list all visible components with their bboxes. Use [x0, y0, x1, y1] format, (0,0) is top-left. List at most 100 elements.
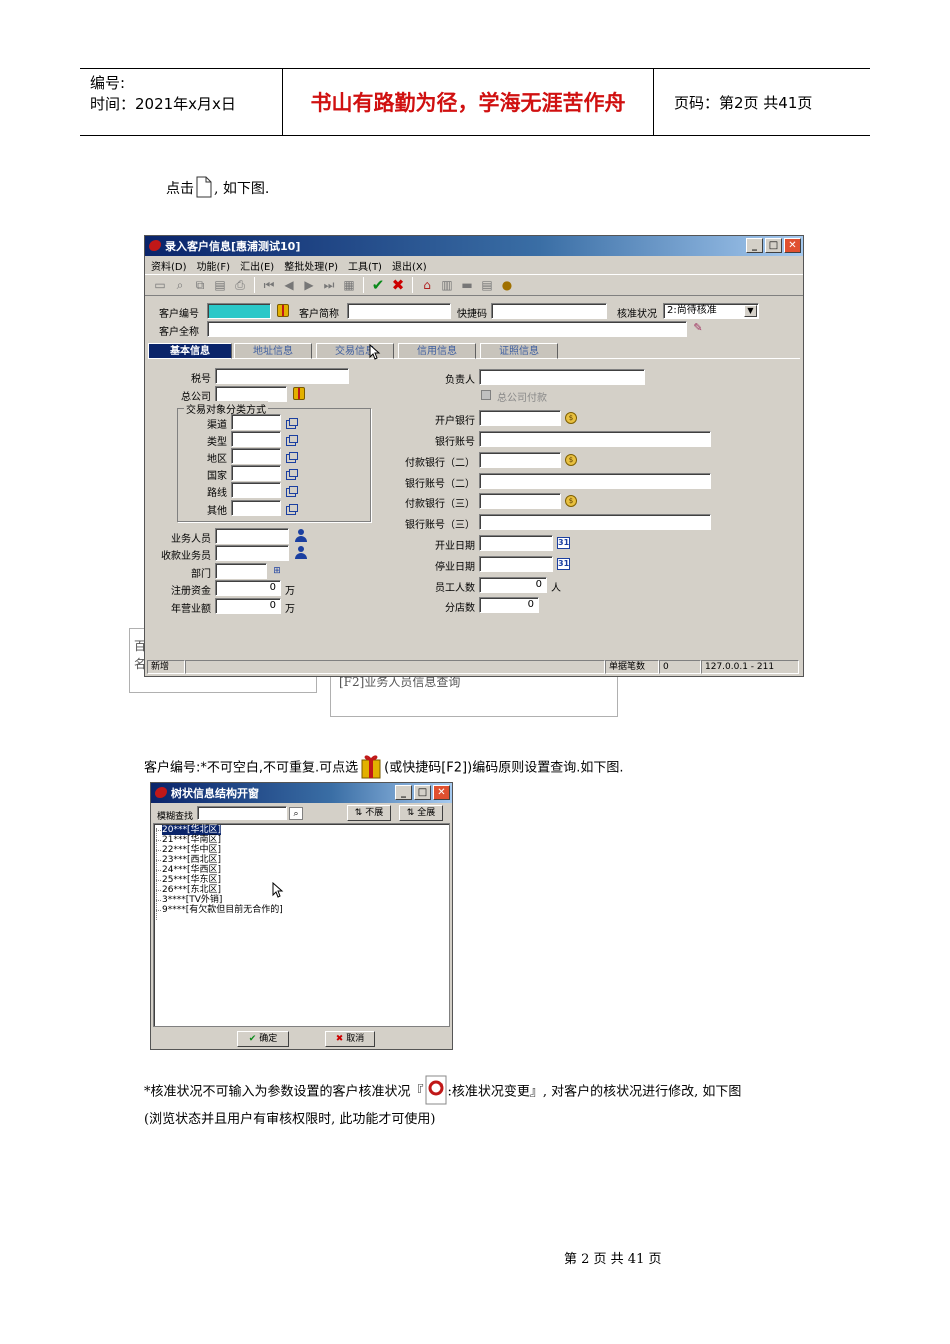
close-button[interactable]: ✕: [784, 238, 801, 253]
menu-exit[interactable]: 退出(X): [392, 258, 427, 273]
tab-trade-info[interactable]: 交易信息: [316, 343, 394, 359]
preview-icon[interactable]: ⌕: [171, 276, 189, 294]
account-input[interactable]: [479, 431, 711, 447]
money-bag-icon[interactable]: $: [565, 495, 577, 507]
menu-tools[interactable]: 工具(T): [348, 258, 382, 273]
bank2-input[interactable]: [479, 452, 561, 468]
employees-input[interactable]: 0: [479, 577, 547, 593]
chevron-down-icon[interactable]: ▼: [744, 305, 757, 317]
class-other-input[interactable]: [231, 500, 281, 516]
cancel-button[interactable]: ✖ 取消: [325, 1031, 375, 1047]
edit-note-icon[interactable]: ✎: [691, 322, 705, 335]
collector-input[interactable]: [215, 545, 289, 561]
tax-no-input[interactable]: [215, 368, 349, 384]
class-country-input[interactable]: [231, 465, 281, 481]
quick-code-label: 快捷码: [457, 309, 487, 320]
account3-input[interactable]: [479, 514, 711, 530]
account2-input[interactable]: [479, 473, 711, 489]
full-name-input[interactable]: [207, 321, 687, 337]
new-icon[interactable]: ▭: [151, 276, 169, 294]
calendar-icon[interactable]: 31: [557, 558, 570, 570]
bank3-input[interactable]: [479, 493, 561, 509]
person-lookup-icon[interactable]: [295, 546, 307, 559]
gift-lookup-icon[interactable]: [277, 304, 289, 317]
window-lookup-icon[interactable]: [286, 435, 298, 446]
tree-node-label: 24***[华西区]: [162, 865, 221, 875]
home-icon[interactable]: ⌂: [418, 276, 436, 294]
confirm-check-icon[interactable]: ✔: [369, 276, 387, 294]
window-lookup-icon[interactable]: [286, 486, 298, 497]
window-lookup-icon[interactable]: [286, 418, 298, 429]
print-icon[interactable]: ⎙: [231, 276, 249, 294]
copy-icon[interactable]: ⧉: [191, 276, 209, 294]
money-bag-icon[interactable]: $: [565, 454, 577, 466]
menu-function[interactable]: 功能(F): [197, 258, 231, 273]
calendar-icon[interactable]: 31: [557, 537, 570, 549]
delete-icon[interactable]: ▤: [211, 276, 229, 294]
salesperson-input[interactable]: [215, 528, 289, 544]
money-bag-icon[interactable]: ●: [498, 276, 516, 294]
class-route-input[interactable]: [231, 482, 281, 498]
tree-node[interactable]: 9****[有欠款但目前无合作的]: [156, 905, 283, 915]
quick-code-input[interactable]: [491, 303, 607, 319]
open-date-input[interactable]: [479, 535, 553, 551]
tree-lookup-icon[interactable]: ⊞: [271, 565, 283, 577]
collapse-button[interactable]: ⇅ 不展: [347, 805, 391, 821]
hq-pay-checkbox[interactable]: [481, 390, 491, 400]
tree-node[interactable]: 22***[华中区]: [156, 845, 221, 855]
person-lookup-icon[interactable]: [295, 529, 307, 542]
next-record-icon[interactable]: ▶: [300, 276, 318, 294]
class-channel-input[interactable]: [231, 414, 281, 430]
tab-basic-info[interactable]: 基本信息: [148, 343, 232, 359]
minimize-button[interactable]: _: [746, 238, 763, 253]
reg-capital-input[interactable]: 0: [215, 580, 281, 596]
window-lookup-icon[interactable]: [286, 469, 298, 480]
menu-export[interactable]: 汇出(E): [240, 258, 274, 273]
customer-no-input[interactable]: [207, 303, 271, 319]
bank-input[interactable]: [479, 410, 561, 426]
tree-node[interactable]: 23***[西北区]: [156, 855, 221, 865]
maximize-button[interactable]: □: [414, 785, 431, 800]
tree-node[interactable]: 24***[华西区]: [156, 865, 221, 875]
close-button[interactable]: ✕: [433, 785, 450, 800]
tab-credit-info[interactable]: 信用信息: [398, 343, 476, 359]
money-bag-icon[interactable]: $: [565, 412, 577, 424]
window-lookup-icon[interactable]: [286, 452, 298, 463]
search-icon[interactable]: ⌕: [289, 807, 303, 820]
class-type-input[interactable]: [231, 431, 281, 447]
annual-revenue-input[interactable]: 0: [215, 598, 281, 614]
notes-icon[interactable]: ▤: [478, 276, 496, 294]
approval-status-select[interactable]: 2:尚待核准 ▼: [663, 303, 759, 319]
tree-node[interactable]: 20***[华北区]: [156, 825, 221, 835]
window-lookup-icon[interactable]: [286, 504, 298, 515]
last-record-icon[interactable]: ⏭: [320, 276, 338, 294]
short-name-input[interactable]: [347, 303, 451, 319]
menu-batch[interactable]: 整批处理(P): [284, 258, 338, 273]
responsible-input[interactable]: [479, 369, 645, 385]
tab-license-info[interactable]: 证照信息: [480, 343, 558, 359]
fuzzy-search-input[interactable]: [197, 806, 287, 820]
tree-node[interactable]: 21***[华南区]: [156, 835, 221, 845]
gift-lookup-icon[interactable]: [293, 387, 305, 400]
ok-button[interactable]: ✔ 确定: [237, 1031, 289, 1047]
first-record-icon[interactable]: ⏮: [260, 276, 278, 294]
tree-view[interactable]: 20***[华北区] 21***[华南区] 22***[华中区] 23***[西…: [153, 823, 450, 1027]
tree-node[interactable]: 3****[TV外销]: [155, 895, 222, 905]
tree-node[interactable]: 25***[华东区]: [156, 875, 221, 885]
department-input[interactable]: [215, 563, 267, 579]
branches-input[interactable]: 0: [479, 597, 539, 613]
head-office-input[interactable]: [215, 386, 287, 402]
cancel-x-icon[interactable]: ✖: [389, 276, 407, 294]
document-icon[interactable]: ▥: [438, 276, 456, 294]
minimize-button[interactable]: _: [395, 785, 412, 800]
expand-button[interactable]: ⇅ 全展: [399, 805, 443, 821]
close-date-input[interactable]: [479, 556, 553, 572]
previous-record-icon[interactable]: ◀: [280, 276, 298, 294]
card-icon[interactable]: ▬: [458, 276, 476, 294]
menu-data[interactable]: 资料(D): [151, 258, 187, 273]
class-region-input[interactable]: [231, 448, 281, 464]
find-icon[interactable]: ▦: [340, 276, 358, 294]
maximize-button[interactable]: □: [765, 238, 782, 253]
tree-node[interactable]: 26***[东北区]: [156, 885, 221, 895]
tab-address-info[interactable]: 地址信息: [234, 343, 312, 359]
